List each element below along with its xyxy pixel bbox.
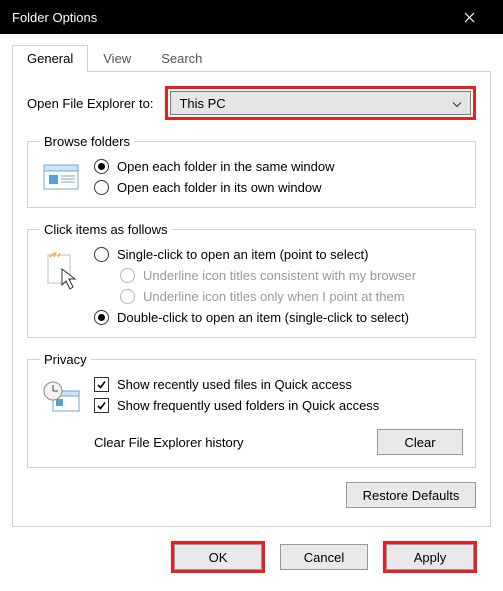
privacy-icon <box>40 377 84 455</box>
client-area: General View Search Open File Explorer t… <box>0 34 503 591</box>
checkbox-label: Show frequently used folders in Quick ac… <box>117 398 379 413</box>
check-recent-files[interactable]: Show recently used files in Quick access <box>94 377 463 392</box>
ok-button[interactable]: OK <box>174 544 262 570</box>
close-button[interactable] <box>447 0 491 34</box>
radio-underline-browser: Underline icon titles consistent with my… <box>120 268 463 283</box>
radio-icon <box>94 310 109 325</box>
radio-label: Underline icon titles only when I point … <box>143 289 405 304</box>
radio-icon <box>94 247 109 262</box>
tab-search[interactable]: Search <box>146 45 217 72</box>
click-icon <box>40 247 84 325</box>
chevron-down-icon <box>452 96 462 111</box>
cancel-button[interactable]: Cancel <box>280 544 368 570</box>
click-items-legend: Click items as follows <box>40 222 172 237</box>
open-explorer-value: This PC <box>179 96 225 111</box>
checkbox-label: Show recently used files in Quick access <box>117 377 352 392</box>
radio-icon <box>94 159 109 174</box>
close-icon <box>464 12 475 23</box>
folder-window-icon <box>40 159 84 195</box>
apply-button[interactable]: Apply <box>386 544 474 570</box>
clear-button[interactable]: Clear <box>377 429 463 455</box>
dialog-footer: OK Cancel Apply <box>12 527 491 579</box>
restore-defaults-button[interactable]: Restore Defaults <box>346 482 476 508</box>
open-explorer-row: Open File Explorer to: This PC <box>27 86 476 120</box>
radio-label: Underline icon titles consistent with my… <box>143 268 416 283</box>
browse-folders-group: Browse folders Open each folde <box>27 134 476 208</box>
cancel-wrap: Cancel <box>277 541 371 573</box>
radio-icon <box>120 268 135 283</box>
open-explorer-highlight: This PC <box>165 86 476 120</box>
radio-single-click[interactable]: Single-click to open an item (point to s… <box>94 247 463 262</box>
open-explorer-dropdown[interactable]: This PC <box>170 91 471 115</box>
tab-view[interactable]: View <box>88 45 146 72</box>
tab-strip: General View Search <box>12 44 491 72</box>
browse-folders-legend: Browse folders <box>40 134 134 149</box>
radio-same-window[interactable]: Open each folder in the same window <box>94 159 463 174</box>
click-items-group: Click items as follows Single-click to o… <box>27 222 476 338</box>
radio-label: Open each folder in the same window <box>117 159 335 174</box>
radio-label: Open each folder in its own window <box>117 180 322 195</box>
open-explorer-label: Open File Explorer to: <box>27 96 153 111</box>
radio-double-click[interactable]: Double-click to open an item (single-cli… <box>94 310 463 325</box>
titlebar: Folder Options <box>0 0 503 34</box>
radio-own-window[interactable]: Open each folder in its own window <box>94 180 463 195</box>
radio-underline-point: Underline icon titles only when I point … <box>120 289 463 304</box>
ok-highlight: OK <box>171 541 265 573</box>
radio-icon <box>94 180 109 195</box>
tab-general[interactable]: General <box>12 45 88 72</box>
privacy-legend: Privacy <box>40 352 91 367</box>
window-title: Folder Options <box>12 10 447 25</box>
checkbox-icon <box>94 398 109 413</box>
tab-page-general: Open File Explorer to: This PC Browse fo… <box>12 72 491 527</box>
radio-icon <box>120 289 135 304</box>
privacy-group: Privacy <box>27 352 476 468</box>
radio-label: Single-click to open an item (point to s… <box>117 247 368 262</box>
check-frequent-folders[interactable]: Show frequently used folders in Quick ac… <box>94 398 463 413</box>
apply-highlight: Apply <box>383 541 477 573</box>
checkbox-icon <box>94 377 109 392</box>
clear-history-label: Clear File Explorer history <box>94 435 377 450</box>
radio-label: Double-click to open an item (single-cli… <box>117 310 409 325</box>
